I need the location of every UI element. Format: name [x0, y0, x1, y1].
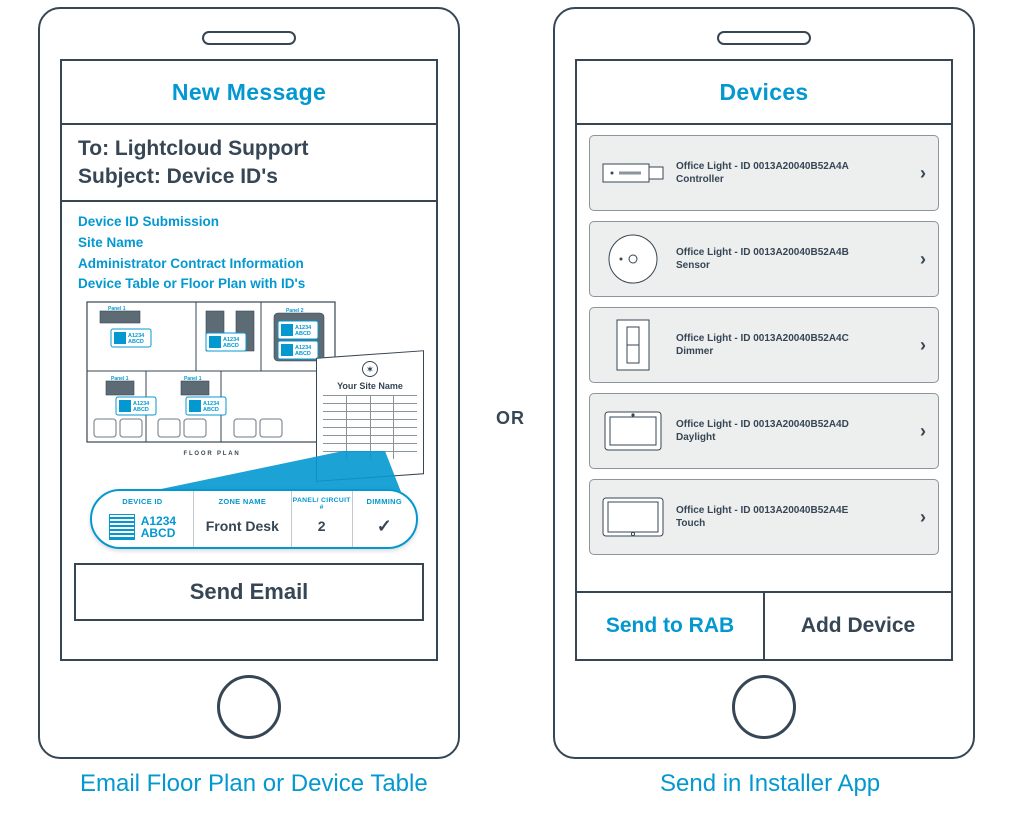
device-type: Dimmer — [676, 345, 908, 359]
body-line-4: Device Table or Floor Plan with ID's — [78, 274, 420, 295]
zoom-head-dimming: DIMMING — [353, 497, 416, 506]
devices-list: Office Light - ID 0013A20040B52A4A Contr… — [577, 125, 951, 591]
daylight-icon — [602, 404, 664, 458]
device-card-touch[interactable]: Office Light - ID 0013A20040B52A4E Touch… — [589, 479, 939, 555]
chevron-right-icon: › — [920, 507, 926, 528]
svg-text:ABCD: ABCD — [295, 351, 311, 357]
sheet-title: Your Site Name — [323, 381, 417, 391]
screen-header-devices: Devices — [577, 61, 951, 125]
controller-icon — [602, 146, 664, 200]
bottom-bar: Send to RAB Add Device — [577, 591, 951, 659]
or-label: OR — [496, 408, 525, 429]
phone-speaker — [202, 31, 296, 45]
caption-email-option: Email Floor Plan or Device Table — [80, 770, 428, 798]
email-meta-block: To: Lightcloud Support Subject: Device I… — [62, 125, 436, 202]
send-to-rab-button[interactable]: Send to RAB — [577, 591, 763, 659]
dimmer-icon — [602, 318, 664, 372]
svg-text:ABCD: ABCD — [133, 407, 149, 413]
device-table-row-zoom: DEVICE ID A1234 ABCD ZONE NAME Front Des… — [90, 489, 418, 549]
zoom-dim-check: ✓ — [377, 516, 392, 537]
body-line-2: Site Name — [78, 233, 420, 254]
svg-text:Panel 1: Panel 1 — [111, 376, 129, 382]
qr-line2: ABCD — [141, 526, 176, 540]
home-button[interactable] — [217, 675, 281, 739]
device-title: Office Light - ID 0013A20040B52A4D — [676, 418, 908, 432]
phone-speaker — [717, 31, 811, 45]
caption-installer-app: Send in Installer App — [660, 770, 880, 798]
chevron-right-icon: › — [920, 421, 926, 442]
phone-screen-email: New Message To: Lightcloud Support Subje… — [60, 59, 438, 661]
device-card-controller[interactable]: Office Light - ID 0013A20040B52A4A Contr… — [589, 135, 939, 211]
svg-text:ABCD: ABCD — [128, 339, 144, 345]
screen-header-new-message: New Message — [62, 61, 436, 125]
zoom-panel-value: 2 — [318, 518, 326, 534]
svg-text:Panel 1: Panel 1 — [184, 376, 202, 382]
device-title: Office Light - ID 0013A20040B52A4B — [676, 246, 908, 260]
sensor-icon — [602, 232, 664, 286]
zoom-head-device-id: DEVICE ID — [92, 497, 193, 506]
email-body-list: Device ID Submission Site Name Administr… — [78, 212, 420, 302]
zoom-head-panel: PANEL/ CIRCUIT # — [292, 497, 352, 511]
add-device-button[interactable]: Add Device — [763, 591, 951, 659]
chevron-right-icon: › — [920, 335, 926, 356]
device-card-sensor[interactable]: Office Light - ID 0013A20040B52A4B Senso… — [589, 221, 939, 297]
device-card-dimmer[interactable]: Office Light - ID 0013A20040B52A4C Dimme… — [589, 307, 939, 383]
attachment-illustration: A1234 ABCD Panel 1 A1234 ABCD — [78, 301, 420, 551]
device-title: Office Light - ID 0013A20040B52A4E — [676, 504, 908, 518]
email-to-line: To: Lightcloud Support — [78, 135, 420, 163]
svg-text:Panel 1: Panel 1 — [108, 306, 126, 312]
home-button[interactable] — [732, 675, 796, 739]
svg-text:ABCD: ABCD — [203, 407, 219, 413]
svg-text:ABCD: ABCD — [295, 331, 311, 337]
zoom-head-zone: ZONE NAME — [194, 497, 291, 506]
device-type: Daylight — [676, 431, 908, 445]
svg-text:Panel 2: Panel 2 — [286, 308, 304, 314]
chevron-right-icon: › — [920, 163, 926, 184]
phone-installer-app: Devices Office Light - ID 0013A20040B52A… — [553, 7, 975, 759]
email-subject-line: Subject: Device ID's — [78, 163, 420, 191]
send-email-button[interactable]: Send Email — [74, 563, 424, 621]
body-line-1: Device ID Submission — [78, 212, 420, 233]
device-title: Office Light - ID 0013A20040B52A4C — [676, 332, 908, 346]
floor-plan-graphic: A1234 ABCD Panel 1 A1234 ABCD — [86, 301, 336, 453]
body-line-3: Administrator Contract Information — [78, 254, 420, 275]
device-title: Office Light - ID 0013A20040B52A4A — [676, 160, 908, 174]
email-body: Device ID Submission Site Name Administr… — [62, 202, 436, 552]
phone-screen-devices: Devices Office Light - ID 0013A20040B52A… — [575, 59, 953, 661]
zoom-zone-value: Front Desk — [206, 518, 279, 534]
touch-icon — [602, 490, 664, 544]
device-type: Sensor — [676, 259, 908, 273]
device-type: Controller — [676, 173, 908, 187]
chevron-right-icon: › — [920, 249, 926, 270]
device-type: Touch — [676, 517, 908, 531]
device-card-daylight[interactable]: Office Light - ID 0013A20040B52A4D Dayli… — [589, 393, 939, 469]
qr-icon — [109, 514, 135, 540]
sheet-logo-icon: ✶ — [362, 361, 378, 377]
svg-text:ABCD: ABCD — [223, 343, 239, 349]
phone-email: New Message To: Lightcloud Support Subje… — [38, 7, 460, 759]
